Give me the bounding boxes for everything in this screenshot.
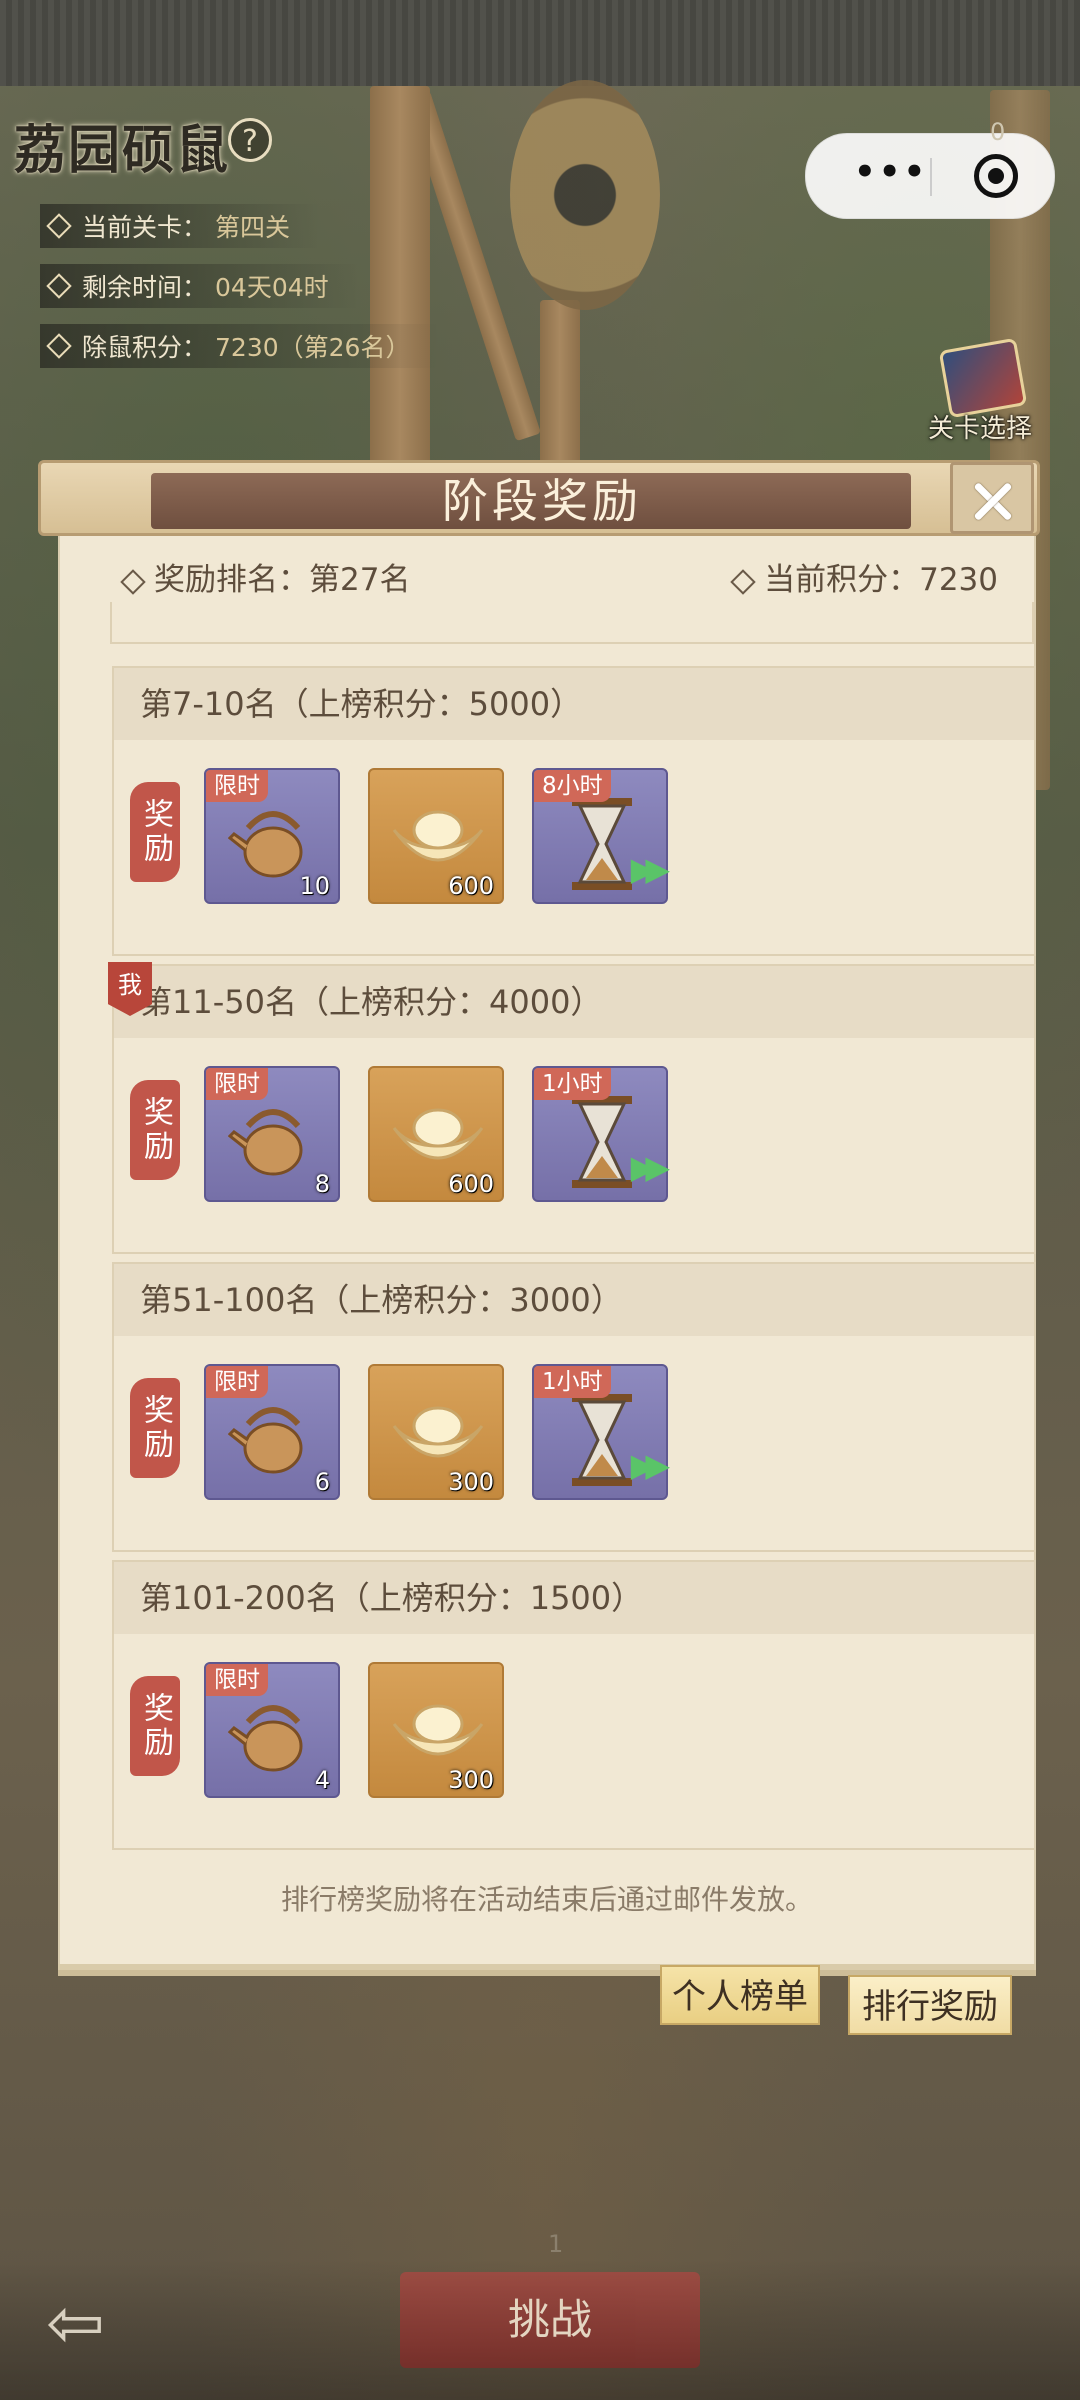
gold-ingot-icon — [392, 1406, 484, 1458]
stage-rewards-panel: 奖励排名：第27名 当前积分：7230 第7-10名（上榜积分：5000） 奖励… — [58, 536, 1036, 1964]
info-remaining-time: 剩余时间： 04天04时 — [40, 264, 359, 308]
reward-item-ingot[interactable]: 300 — [368, 1662, 504, 1798]
reward-item-ingot[interactable]: 600 — [368, 1066, 504, 1202]
level-select-icon[interactable] — [938, 337, 1028, 419]
more-options-icon[interactable]: ••• — [854, 155, 928, 189]
info-value: 7230（第26名） — [215, 333, 411, 362]
tier-rewards: 奖励 限时 4 300 — [114, 1634, 1034, 1852]
speedup-arrows-icon: ▶▶ — [630, 850, 670, 888]
gold-ingot-icon — [392, 1704, 484, 1756]
diamond-icon — [730, 568, 756, 595]
tier-rewards: 奖励 限时 8 600 1小时 ▶▶ — [114, 1038, 1034, 1256]
tier-rewards: 奖励 限时 6 300 1小时 ▶▶ — [114, 1336, 1034, 1554]
rank-summary: 奖励排名：第27名 当前积分：7230 — [60, 554, 1034, 602]
tier-header: 第7-10名（上榜积分：5000） — [114, 668, 1034, 740]
panel-title: 阶段奖励 — [442, 474, 642, 528]
diamond-icon — [46, 273, 72, 299]
speedup-arrows-icon: ▶▶ — [630, 1446, 670, 1484]
reward-tier: 第101-200名（上榜积分：1500） 奖励 限时 4 300 — [112, 1560, 1036, 1850]
watering-can-icon — [228, 1705, 303, 1772]
challenge-button[interactable]: 挑战 — [400, 2272, 700, 2368]
background-pillar — [540, 300, 580, 470]
current-score: 当前积分：7230 — [730, 554, 998, 599]
gold-ingot-icon — [392, 1108, 484, 1160]
status-bar — [0, 0, 1080, 86]
reward-item-ingot[interactable]: 600 — [368, 768, 504, 904]
close-miniprogram-icon[interactable] — [974, 154, 1018, 198]
close-button[interactable] — [950, 462, 1034, 534]
item-count: 4 — [314, 1766, 330, 1794]
reward-rank: 奖励排名：第27名 — [120, 554, 411, 599]
limited-tag: 限时 — [206, 1366, 268, 1398]
duration-tag: 1小时 — [534, 1068, 611, 1100]
tier-header: 第51-100名（上榜积分：3000） — [114, 1264, 1034, 1336]
reward-item-kettle[interactable]: 限时 6 — [204, 1364, 340, 1500]
tier-header: 第101-200名（上榜积分：1500） — [114, 1562, 1034, 1634]
event-title: 荔园硕鼠 — [14, 120, 231, 181]
panel-header: 阶段奖励 — [38, 460, 1040, 536]
item-count: 600 — [448, 872, 494, 900]
reward-tier: 第51-100名（上榜积分：3000） 奖励 限时 6 300 1小时 ▶▶ — [112, 1262, 1036, 1552]
tab-ranking-rewards[interactable]: 排行奖励 — [848, 1975, 1012, 2035]
watering-can-icon — [228, 1407, 303, 1474]
reward-item-kettle[interactable]: 限时 4 — [204, 1662, 340, 1798]
tier-rewards: 奖励 限时 10 600 8小时 ▶▶ — [114, 740, 1034, 958]
reward-item-hourglass[interactable]: 8小时 ▶▶ — [532, 768, 670, 904]
item-count: 600 — [448, 1170, 494, 1198]
level-select-label[interactable]: 关卡选择 — [918, 408, 1042, 445]
info-value: 04天04时 — [215, 273, 329, 302]
info-label: 除鼠积分： — [82, 333, 208, 362]
item-count: 300 — [448, 1766, 494, 1794]
miniprogram-capsule: ••• — [805, 133, 1055, 219]
reward-rank-text: 奖励排名：第27名 — [154, 562, 411, 598]
watering-can-icon — [228, 811, 303, 878]
reward-item-kettle[interactable]: 限时 8 — [204, 1066, 340, 1202]
info-value: 第四关 — [215, 213, 291, 242]
duration-tag: 1小时 — [534, 1366, 611, 1398]
diamond-icon — [120, 568, 146, 595]
reward-stamp: 奖励 — [130, 1378, 180, 1478]
previous-tier-stub — [110, 602, 1034, 644]
reward-item-hourglass[interactable]: 1小时 ▶▶ — [532, 1364, 670, 1500]
back-arrow-icon[interactable]: ⇦ — [46, 2288, 105, 2358]
capsule-divider — [930, 158, 932, 196]
item-count: 8 — [314, 1170, 330, 1198]
item-count: 10 — [299, 872, 330, 900]
reward-item-kettle[interactable]: 限时 10 — [204, 768, 340, 904]
speedup-arrows-icon: ▶▶ — [630, 1148, 670, 1186]
watering-can-icon — [228, 1109, 303, 1176]
reward-item-ingot[interactable]: 300 — [368, 1364, 504, 1500]
diamond-icon — [46, 333, 72, 359]
background-pillar — [370, 86, 430, 466]
limited-tag: 限时 — [206, 1664, 268, 1696]
background-wheel — [510, 80, 660, 310]
reward-stamp: 奖励 — [130, 1676, 180, 1776]
info-label: 当前关卡： — [82, 213, 208, 242]
reward-item-hourglass[interactable]: 1小时 ▶▶ — [532, 1066, 670, 1202]
gold-ingot-icon — [392, 810, 484, 862]
info-label: 剩余时间： — [82, 273, 208, 302]
mail-delivery-note: 排行榜奖励将在活动结束后通过邮件发放。 — [280, 1883, 813, 1916]
counter: 0 — [990, 118, 1006, 146]
tier-header: 第11-50名（上榜积分：4000） — [114, 966, 1034, 1038]
reward-tier: 第11-50名（上榜积分：4000） 奖励 限时 8 600 1小时 ▶▶ — [112, 964, 1036, 1254]
duration-tag: 8小时 — [534, 770, 611, 802]
info-score: 除鼠积分： 7230（第26名） — [40, 324, 441, 368]
reward-stamp: 奖励 — [130, 782, 180, 882]
page-indicator: 1 — [548, 2230, 564, 2258]
diamond-icon — [46, 213, 72, 239]
current-score-text: 当前积分：7230 — [764, 562, 998, 598]
reward-tier: 第7-10名（上榜积分：5000） 奖励 限时 10 600 8小时 ▶▶ — [112, 666, 1036, 956]
info-current-level: 当前关卡： 第四关 — [40, 204, 321, 248]
item-count: 300 — [448, 1468, 494, 1496]
limited-tag: 限时 — [206, 1068, 268, 1100]
help-icon[interactable]: ? — [228, 118, 272, 162]
tab-personal-ranking[interactable]: 个人榜单 — [660, 1965, 820, 2025]
reward-stamp: 奖励 — [130, 1080, 180, 1180]
item-count: 6 — [314, 1468, 330, 1496]
limited-tag: 限时 — [206, 770, 268, 802]
